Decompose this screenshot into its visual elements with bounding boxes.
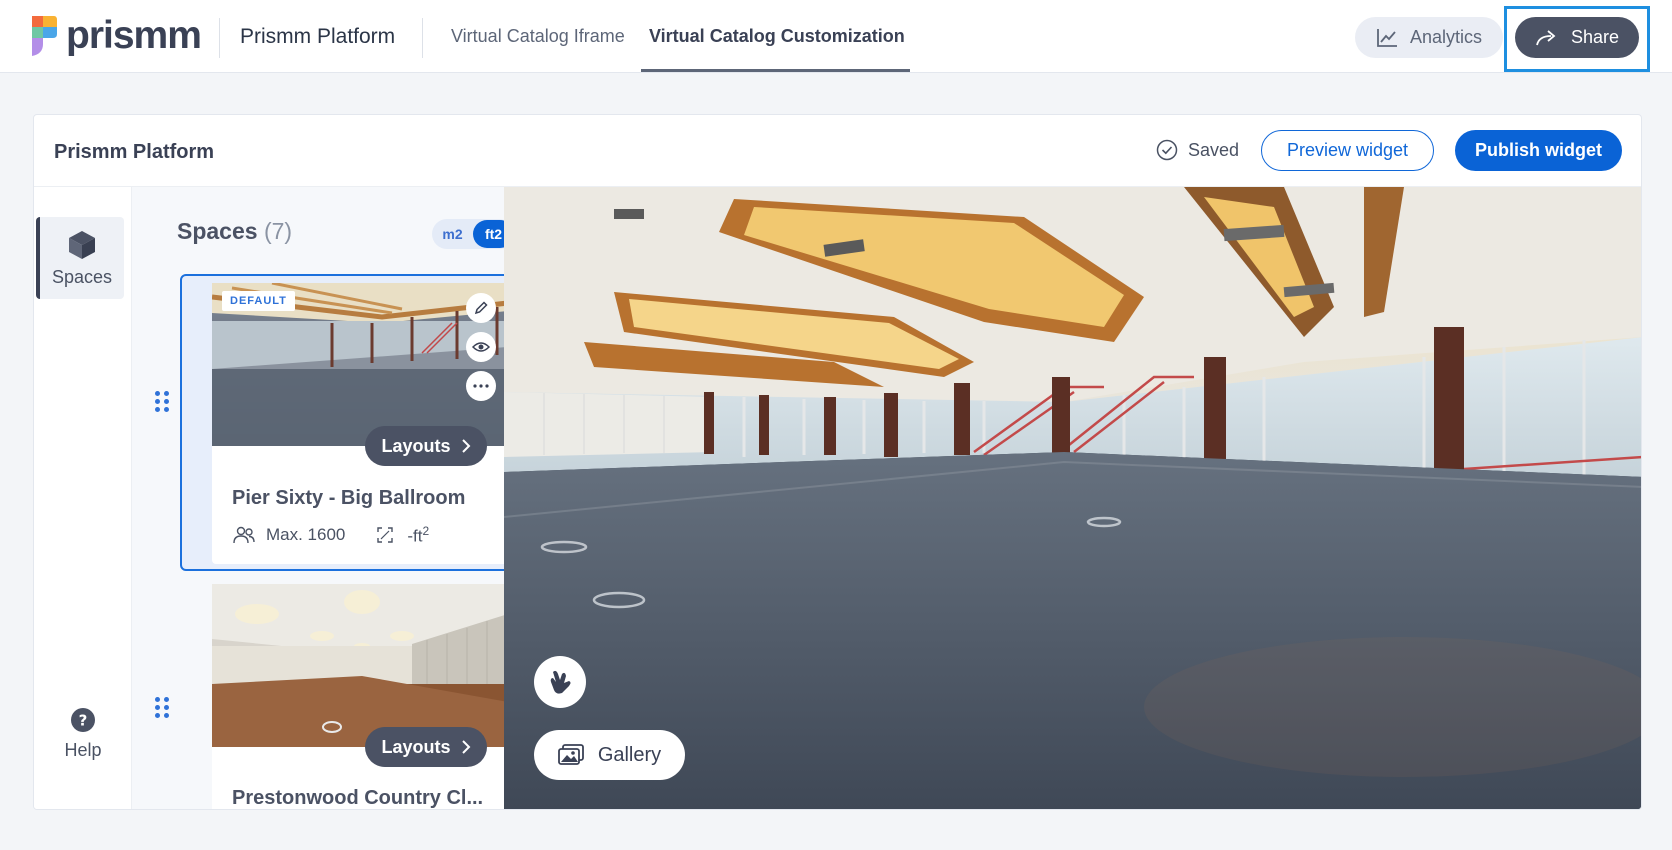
country-club-thumbnail-image xyxy=(212,584,504,747)
space-name: Prestonwood Country Cl... xyxy=(232,787,484,809)
platform-title: Prismm Platform xyxy=(240,25,396,48)
widget-title: Prismm Platform xyxy=(54,141,215,163)
prismm-logo-icon xyxy=(32,16,57,56)
layouts-button[interactable]: Layouts xyxy=(365,426,487,466)
eye-icon xyxy=(472,342,490,352)
share-label: Share xyxy=(1570,27,1620,47)
gallery-label: Gallery xyxy=(597,743,662,766)
area-unit: -ft xyxy=(407,526,423,546)
line-chart-icon xyxy=(1377,28,1397,47)
chevron-right-icon xyxy=(461,439,470,453)
space-thumbnail xyxy=(212,584,504,747)
visibility-button[interactable] xyxy=(466,332,496,362)
unit-option-ft2[interactable]: ft2 xyxy=(473,220,504,248)
space-card[interactable]: Layouts Prestonwood Country Cl... xyxy=(212,584,504,809)
space-name: Pier Sixty - Big Ballroom xyxy=(232,487,466,509)
widget-header: Prismm Platform Saved Preview widget Pub… xyxy=(34,115,1641,187)
panorama-viewer[interactable]: Gallery xyxy=(504,187,1641,809)
top-navigation-bar: prismm Prismm Platform Virtual Catalog I… xyxy=(0,0,1672,73)
unit-toggle: m2 ft2 xyxy=(432,219,504,249)
unit-option-m2[interactable]: m2 xyxy=(432,220,473,248)
layouts-label: Layouts xyxy=(381,435,451,456)
save-status-label: Saved xyxy=(1188,139,1240,160)
layouts-button[interactable]: Layouts xyxy=(365,727,487,767)
edit-pencil-button[interactable] xyxy=(466,293,496,323)
share-button[interactable]: Share xyxy=(1515,17,1639,58)
logo-wordmark: prismm xyxy=(66,14,202,57)
widget-editor-card: Prismm Platform Saved Preview widget Pub… xyxy=(33,114,1642,810)
chevron-right-icon xyxy=(461,740,470,754)
cube-icon xyxy=(69,230,95,259)
capacity-value: Max. 1600 xyxy=(266,525,346,545)
gallery-images-icon xyxy=(557,744,584,765)
ballroom-panorama-image xyxy=(504,187,1641,809)
space-thumbnail: DEFAULT xyxy=(212,283,504,446)
space-meta: Max. 1600 -ft2 xyxy=(232,524,429,547)
tab-virtual-catalog-iframe[interactable]: Virtual Catalog Iframe xyxy=(451,26,625,47)
rail-item-spaces-label: Spaces xyxy=(51,266,113,287)
left-rail: Spaces ? Help xyxy=(34,187,132,809)
nav-divider xyxy=(422,18,423,58)
area-icon xyxy=(377,527,394,544)
spaces-panel: Spaces (7) m2 ft2 DEFAULT Layouts Pier S… xyxy=(132,187,504,809)
rail-item-help-label: Help xyxy=(64,740,102,760)
drag-handle[interactable] xyxy=(155,391,169,412)
svg-text:?: ? xyxy=(79,712,88,730)
area-unit-superscript: 2 xyxy=(422,524,430,538)
spaces-heading: Spaces (7) xyxy=(177,218,292,245)
area-value: -ft2 xyxy=(407,524,429,547)
check-circle-icon xyxy=(1156,139,1178,161)
save-status: Saved xyxy=(1156,139,1239,161)
help-icon: ? xyxy=(71,708,95,732)
more-options-button[interactable] xyxy=(466,371,496,401)
rail-item-help[interactable]: ? Help xyxy=(34,707,132,761)
more-horizontal-icon xyxy=(473,384,489,388)
active-tab-indicator xyxy=(641,69,910,72)
analytics-label: Analytics xyxy=(1409,27,1483,47)
pencil-icon xyxy=(474,301,488,315)
tab-virtual-catalog-customization[interactable]: Virtual Catalog Customization xyxy=(649,26,905,47)
space-card[interactable]: DEFAULT Layouts Pier Sixty - Big Ballroo… xyxy=(212,283,504,564)
hand-gesture-icon xyxy=(550,670,571,694)
gallery-button[interactable]: Gallery xyxy=(534,730,685,780)
rail-item-spaces[interactable]: Spaces xyxy=(36,217,124,299)
prismm-logo[interactable]: prismm xyxy=(30,14,202,58)
share-arrow-icon xyxy=(1536,29,1556,45)
drag-handle[interactable] xyxy=(155,697,169,718)
spaces-count: (7) xyxy=(263,218,293,244)
spaces-heading-label: Spaces xyxy=(177,218,258,244)
publish-widget-button[interactable]: Publish widget xyxy=(1455,130,1622,171)
analytics-button[interactable]: Analytics xyxy=(1355,17,1503,58)
preview-widget-button[interactable]: Preview widget xyxy=(1261,130,1434,171)
default-badge: DEFAULT xyxy=(222,291,295,311)
people-icon xyxy=(233,527,255,544)
layouts-label: Layouts xyxy=(381,736,451,757)
gesture-toggle-button[interactable] xyxy=(534,656,586,708)
nav-divider xyxy=(219,18,220,58)
